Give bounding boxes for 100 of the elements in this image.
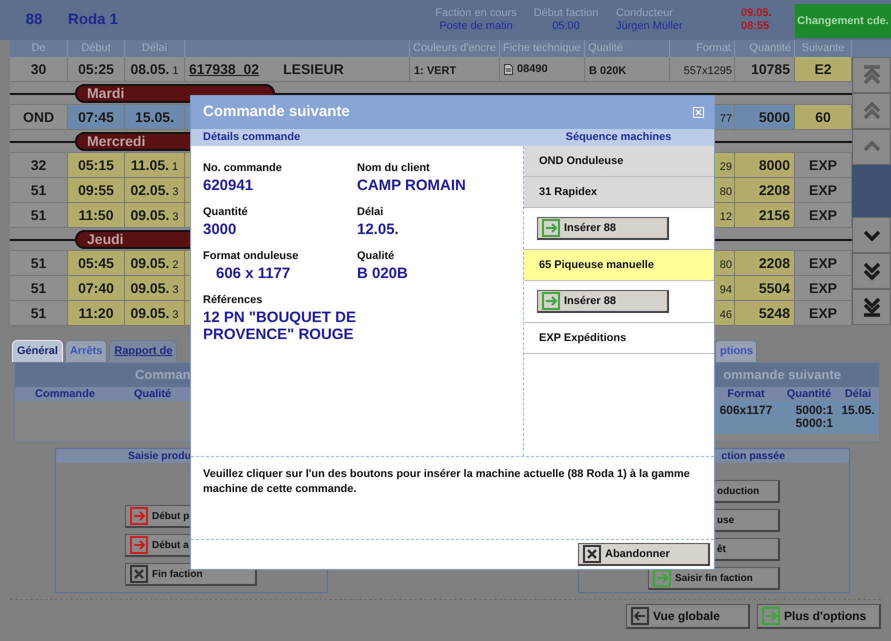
machine-row: 31 Rapidex [524, 177, 714, 208]
info-value: Jürgen Müller [616, 20, 684, 33]
format-value: 29 [720, 161, 732, 173]
table-cell: 11:20 [68, 301, 125, 326]
table-cell: 05:15 [68, 153, 125, 178]
priority-number: 3 [172, 309, 179, 321]
priority-number: 3 [172, 211, 179, 223]
table-cell: 8000 [735, 153, 795, 178]
field-value: CAMP ROMAIN [357, 177, 467, 194]
table-cell: E2 [795, 57, 852, 82]
table-cell: 30 [10, 57, 68, 82]
field-label: No. commande [203, 162, 283, 175]
info-value: 05:00 [551, 20, 581, 33]
due-date: 09.05. [130, 280, 170, 296]
table-cell: 2208 [735, 178, 795, 203]
panel-title: Comman [134, 367, 191, 382]
due-date: 15.05. [135, 109, 174, 125]
table-cell: 5504 [735, 276, 795, 301]
field-label: Format onduleuse [203, 250, 300, 263]
format-value: 557x1295 [684, 65, 732, 77]
priority-number: 3 [172, 186, 179, 198]
section-heading: Séquence machines [566, 131, 672, 143]
field-label: Références [203, 294, 264, 307]
column-header: Format [726, 387, 766, 401]
due-date: 09.05. [130, 255, 170, 271]
table-cell-text: 606x1177 [718, 404, 774, 419]
field-label: Qualité [357, 250, 396, 263]
field-value: 12 PN "BOUQUET DE PROVENCE" ROUGE [203, 309, 357, 343]
table-cell: 05:45 [68, 251, 125, 276]
priority-number: 3 [172, 284, 179, 296]
table-cell: 09:55 [68, 178, 125, 203]
clock-time: 08:55 [741, 20, 770, 33]
format-value: 80 [720, 259, 732, 271]
priority-number: 1 [172, 65, 179, 77]
technical-sheet-number: 08490 [517, 62, 548, 76]
clock-date: 09.05. [741, 7, 773, 20]
table-cell: 60 [795, 105, 852, 130]
table-cell: 51 [10, 178, 68, 203]
due-date: 08.05. [130, 61, 170, 77]
field-value: 620941 [203, 177, 254, 194]
field-label: Délai [357, 206, 384, 219]
field-value: 606 x 1177 [215, 265, 292, 282]
info-value: Poste de matin [438, 20, 514, 33]
table-cell: 5248 [735, 301, 795, 326]
dialog-title: Commande suivante [203, 102, 350, 122]
machine-name: Roda 1 [68, 10, 120, 30]
instruction-text: Veuillez cliquer sur l'un des boutons pour insérer la machine actuelle (88 Roda 1) à la gamme machine de cette commande. [191, 456, 714, 539]
table-cell: 07:40 [68, 276, 125, 301]
client-name: LESIEUR [283, 61, 344, 77]
info-label: Conducteur [616, 7, 674, 20]
priority-number: 2 [172, 259, 179, 271]
due-date: 09.05. [130, 305, 170, 321]
field-label: Quantité [203, 206, 249, 219]
format-value: 94 [720, 284, 732, 296]
info-label: Faction en cours [434, 7, 518, 20]
machine-number: 88 [24, 10, 44, 30]
table-cell: 51 [10, 276, 68, 301]
column-header: Commande [34, 387, 96, 401]
machine-row: OND Onduleuse [524, 146, 714, 177]
column-header: Quantité [786, 387, 832, 401]
field-value: B 020B [357, 265, 409, 282]
due-date: 11.05. [130, 157, 170, 173]
table-cell: 07:45 [68, 105, 125, 130]
panel-title: ommande suivante [723, 367, 842, 382]
ink-colors: 1: VERT [414, 65, 456, 77]
table-cell-text: 5000:1 5000:1 [794, 404, 834, 432]
table-cell: 51 [10, 203, 68, 228]
machine-row: 65 Piqueuse manuelle [524, 250, 714, 281]
format-value: 77 [720, 113, 732, 125]
format-value: 12 [720, 211, 732, 223]
info-label: Début faction [532, 7, 600, 20]
table-cell: EXP [795, 153, 852, 178]
format-value: 80 [720, 186, 732, 198]
panel-title: Saisie produ [128, 450, 192, 462]
field-value: 12.05. [357, 221, 400, 238]
table-cell: 32 [10, 153, 68, 178]
table-cell: 05:25 [68, 57, 125, 82]
table-cell: 10785 [735, 57, 795, 82]
table-cell: OND [10, 105, 68, 130]
panel-title: ction passée [721, 450, 785, 462]
column-header: Délai [844, 387, 872, 401]
due-date: 02.05. [130, 182, 170, 198]
table-cell: EXP [795, 276, 852, 301]
table-cell: 51 [10, 301, 68, 326]
table-cell: 11:50 [68, 203, 125, 228]
table-cell-text: 15.05. [840, 404, 876, 419]
table-cell: EXP [795, 251, 852, 276]
table-cell: EXP [795, 203, 852, 228]
table-cell: 5000 [735, 105, 795, 130]
due-date: 09.05. [130, 207, 170, 223]
table-cell: 51 [10, 251, 68, 276]
priority-number: 1 [172, 161, 178, 173]
format-value: 46 [720, 309, 732, 321]
quality-code: B 020K [589, 65, 626, 77]
column-header: Qualité [132, 387, 172, 401]
table-cell: 2156 [735, 203, 795, 228]
table-cell: EXP [795, 301, 852, 326]
field-label: Nom du client [357, 162, 431, 175]
table-cell: 2208 [735, 251, 795, 276]
table-cell: EXP [795, 178, 852, 203]
